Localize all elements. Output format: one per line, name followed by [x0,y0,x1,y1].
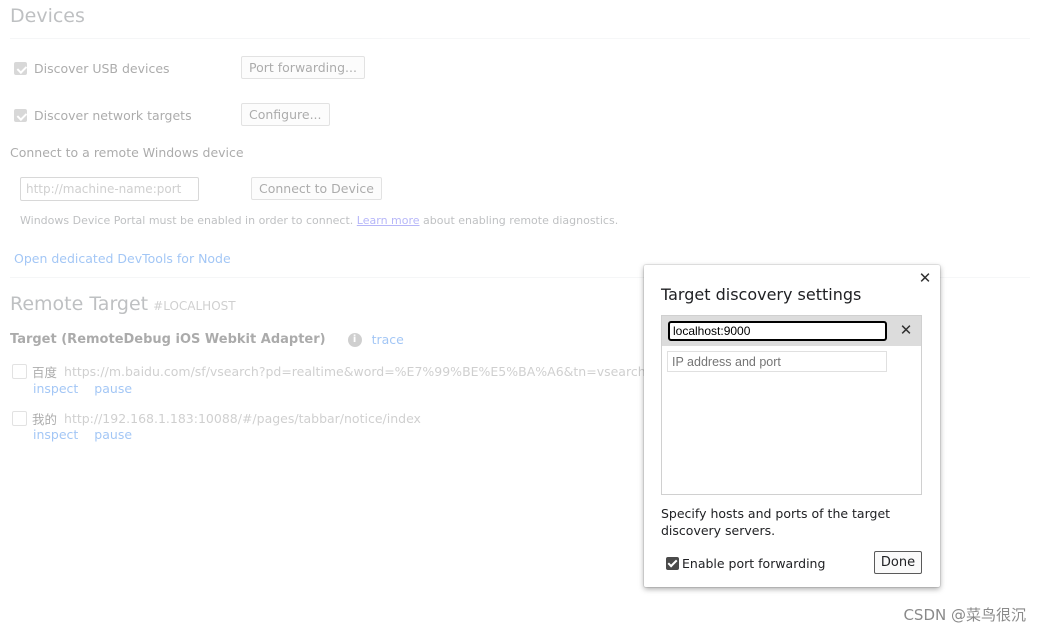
node-devtools-link[interactable]: Open dedicated DevTools for Node [14,251,231,266]
enable-port-forwarding-checkbox[interactable] [666,557,679,570]
remove-entry-icon[interactable]: ✕ [899,323,913,338]
discover-usb-row[interactable]: Discover USB devices [14,61,170,76]
target-row: 我的 http://192.168.1.183:10088/#/pages/ta… [12,409,421,428]
target-discovery-dialog: ✕ Target discovery settings ✕ Specify ho… [644,265,940,587]
dialog-description: Specify hosts and ports of the target di… [661,506,891,538]
target-name: 百度 [32,365,58,380]
discovery-list: ✕ [661,315,922,495]
discover-usb-label: Discover USB devices [34,61,170,76]
target-url: https://m.baidu.com/sf/vsearch?pd=realti… [64,364,701,379]
target-url: http://192.168.1.183:10088/#/pages/tabba… [64,411,421,426]
machine-name-input[interactable]: http://machine-name:port [20,177,199,201]
discover-usb-checkbox[interactable] [14,62,27,75]
remote-windows-label: Connect to a remote Windows device [10,145,244,160]
portal-note: Windows Device Portal must be enabled in… [20,214,618,227]
info-icon[interactable]: i [347,332,362,347]
new-host-port-input[interactable] [667,351,887,372]
watermark: CSDN @菜鸟很沉 [903,606,1026,624]
port-forwarding-button[interactable]: Port forwarding... [241,56,365,79]
connect-to-device-button[interactable]: Connect to Device [251,177,382,200]
portal-note-suffix: about enabling remote diagnostics. [423,214,619,227]
discover-network-row[interactable]: Discover network targets [14,108,192,123]
target-row: 百度 https://m.baidu.com/sf/vsearch?pd=rea… [12,362,700,381]
target-favicon [12,364,27,379]
target-actions: inspect pause [33,427,144,442]
pause-link[interactable]: pause [94,427,132,442]
devices-heading: Devices [10,5,85,27]
remote-target-subtitle: #LOCALHOST [153,299,236,313]
discover-network-label: Discover network targets [34,108,192,123]
close-icon[interactable]: ✕ [918,271,932,286]
enable-port-forwarding-label: Enable port forwarding [682,556,826,571]
enable-port-forwarding-row[interactable]: Enable port forwarding [666,556,825,571]
divider [10,38,1030,39]
discover-network-checkbox[interactable] [14,109,27,122]
host-port-input[interactable] [668,321,887,341]
portal-note-prefix: Windows Device Portal must be enabled in… [20,214,354,227]
inspect-link[interactable]: inspect [33,381,78,396]
remote-target-title: Remote Target [10,293,149,315]
target-title: Target (RemoteDebug iOS Webkit Adapter) [10,332,326,347]
done-button[interactable]: Done [874,551,922,574]
dialog-title: Target discovery settings [661,285,862,304]
target-favicon [12,411,27,426]
target-name: 我的 [32,412,58,427]
remote-target-heading: Remote Target #LOCALHOST [10,293,236,315]
trace-link[interactable]: trace [372,332,404,347]
pause-link[interactable]: pause [94,381,132,396]
configure-button[interactable]: Configure... [241,103,330,126]
target-actions: inspect pause [33,381,144,396]
target-header: Target (RemoteDebug iOS Webkit Adapter) … [10,332,404,347]
list-item-editing: ✕ [662,316,921,346]
learn-more-link[interactable]: Learn more [357,214,420,227]
inspect-link[interactable]: inspect [33,427,78,442]
